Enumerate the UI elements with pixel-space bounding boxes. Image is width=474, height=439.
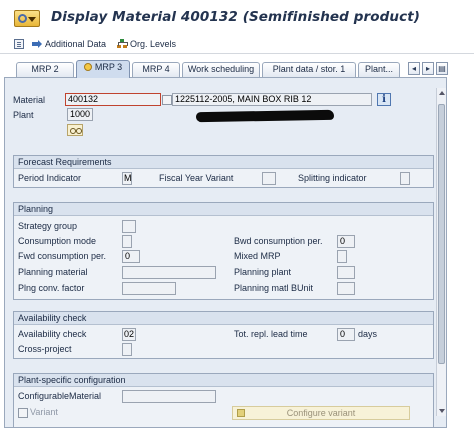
tab-mrp-3[interactable]: MRP 3 bbox=[76, 60, 130, 78]
configure-variant-button[interactable]: Configure variant bbox=[232, 406, 410, 420]
tab-list-icon[interactable]: ▤ bbox=[436, 62, 448, 75]
org-levels-label: Org. Levels bbox=[130, 38, 177, 49]
configure-variant-label: Configure variant bbox=[286, 408, 356, 418]
material-text-icon[interactable] bbox=[162, 95, 172, 105]
arrow-right-icon bbox=[32, 39, 42, 49]
material-label: Material bbox=[13, 95, 46, 105]
info-icon[interactable]: i bbox=[377, 93, 391, 106]
variant-label: Variant bbox=[30, 407, 58, 417]
fwd-consumption-field[interactable]: 0 bbox=[122, 250, 140, 263]
tab-strip: MRP 2 MRP 3 MRP 4 Work scheduling Plant … bbox=[0, 58, 474, 78]
tab-plant-more[interactable]: Plant... bbox=[358, 62, 400, 77]
tab-scroll-right-icon[interactable]: ▸ bbox=[422, 62, 434, 75]
splitting-indicator-field[interactable] bbox=[400, 172, 410, 185]
plant-field[interactable]: 1000 bbox=[67, 108, 93, 121]
bwd-consumption-label: Bwd consumption per. bbox=[234, 236, 323, 246]
splitting-indicator-label: Splitting indicator bbox=[298, 173, 367, 183]
tab-content-panel: Material 400132 1225112-2005, MAIN BOX R… bbox=[4, 77, 447, 428]
fwd-consumption-label: Fwd consumption per. bbox=[18, 251, 107, 261]
active-tab-icon bbox=[83, 63, 92, 71]
consumption-mode-label: Consumption mode bbox=[18, 236, 97, 246]
scroll-up-icon[interactable] bbox=[439, 91, 445, 95]
tot-repl-lead-time-label: Tot. repl. lead time bbox=[234, 329, 308, 339]
tab-work-scheduling[interactable]: Work scheduling bbox=[182, 62, 260, 77]
availability-check-title: Availability check bbox=[14, 312, 433, 325]
tab-mrp-2[interactable]: MRP 2 bbox=[16, 62, 74, 77]
consumption-mode-field[interactable] bbox=[122, 235, 132, 248]
availability-check-group: Availability check Availability check 02… bbox=[13, 311, 434, 359]
planning-material-field[interactable] bbox=[122, 266, 216, 279]
planning-title: Planning bbox=[14, 203, 433, 216]
period-indicator-field[interactable]: M bbox=[122, 172, 132, 185]
application-toolbar: Additional Data Org. Levels bbox=[0, 32, 474, 54]
additional-data-button[interactable]: Additional Data bbox=[32, 36, 106, 51]
plng-conv-factor-label: Plng conv. factor bbox=[18, 283, 85, 293]
availability-check-label: Availability check bbox=[18, 329, 87, 339]
scrollbar-thumb[interactable] bbox=[438, 104, 445, 364]
variant-checkbox[interactable] bbox=[18, 408, 28, 418]
mixed-mrp-field[interactable] bbox=[337, 250, 347, 263]
planning-matl-bunit-label: Planning matl BUnit bbox=[234, 283, 314, 293]
forecast-requirements-title: Forecast Requirements bbox=[14, 156, 433, 169]
window-title: Display Material 400132 (Semifinished pr… bbox=[51, 9, 421, 25]
fiscal-year-variant-label: Fiscal Year Variant bbox=[159, 173, 234, 183]
planning-matl-bunit-field[interactable] bbox=[337, 282, 355, 295]
planning-group: Planning Strategy group Consumption mode… bbox=[13, 202, 434, 300]
material-description-field[interactable]: 1225112-2005, MAIN BOX RIB 12 bbox=[172, 93, 372, 106]
plng-conv-factor-field[interactable] bbox=[122, 282, 176, 295]
mixed-mrp-label: Mixed MRP bbox=[234, 251, 281, 261]
planning-plant-field[interactable] bbox=[337, 266, 355, 279]
tab-scroll-left-icon[interactable]: ◂ bbox=[408, 62, 420, 75]
tot-repl-lead-time-field[interactable]: 0 bbox=[337, 328, 355, 341]
material-field[interactable]: 400132 bbox=[65, 93, 161, 106]
plant-specific-configuration-group: Plant-specific configuration Configurabl… bbox=[13, 373, 434, 427]
plant-specific-configuration-title: Plant-specific configuration bbox=[14, 374, 433, 387]
other-material-button[interactable] bbox=[14, 36, 24, 51]
tab-mrp-4[interactable]: MRP 4 bbox=[132, 62, 180, 77]
cross-project-field[interactable] bbox=[122, 343, 132, 356]
period-indicator-label: Period Indicator bbox=[18, 173, 82, 183]
strategy-group-label: Strategy group bbox=[18, 221, 78, 231]
vertical-scrollbar[interactable] bbox=[436, 88, 446, 416]
strategy-group-field[interactable] bbox=[122, 220, 136, 233]
planning-material-label: Planning material bbox=[18, 267, 88, 277]
bwd-consumption-field[interactable]: 0 bbox=[337, 235, 355, 248]
fiscal-year-variant-field[interactable] bbox=[262, 172, 276, 185]
document-icon bbox=[14, 38, 24, 49]
tab-plant-data-stor-1[interactable]: Plant data / stor. 1 bbox=[262, 62, 356, 77]
org-hierarchy-icon bbox=[117, 38, 128, 49]
org-levels-button[interactable]: Org. Levels bbox=[117, 36, 176, 51]
configurable-material-field[interactable] bbox=[122, 390, 216, 403]
forecast-requirements-group: Forecast Requirements Period Indicator M… bbox=[13, 155, 434, 188]
configurable-material-label: ConfigurableMaterial bbox=[18, 391, 102, 401]
additional-data-label: Additional Data bbox=[45, 38, 107, 49]
glasses-display-icon[interactable] bbox=[67, 124, 83, 136]
sap-menu-icon[interactable] bbox=[14, 10, 40, 27]
planning-plant-label: Planning plant bbox=[234, 267, 292, 277]
days-label: days bbox=[358, 329, 378, 339]
cross-project-label: Cross-project bbox=[18, 344, 72, 354]
title-bar: Display Material 400132 (Semifinished pr… bbox=[0, 0, 474, 32]
availability-check-field[interactable]: 02 bbox=[122, 328, 136, 341]
plant-label: Plant bbox=[13, 110, 34, 120]
configure-icon bbox=[237, 409, 245, 417]
scroll-down-icon[interactable] bbox=[439, 409, 445, 413]
